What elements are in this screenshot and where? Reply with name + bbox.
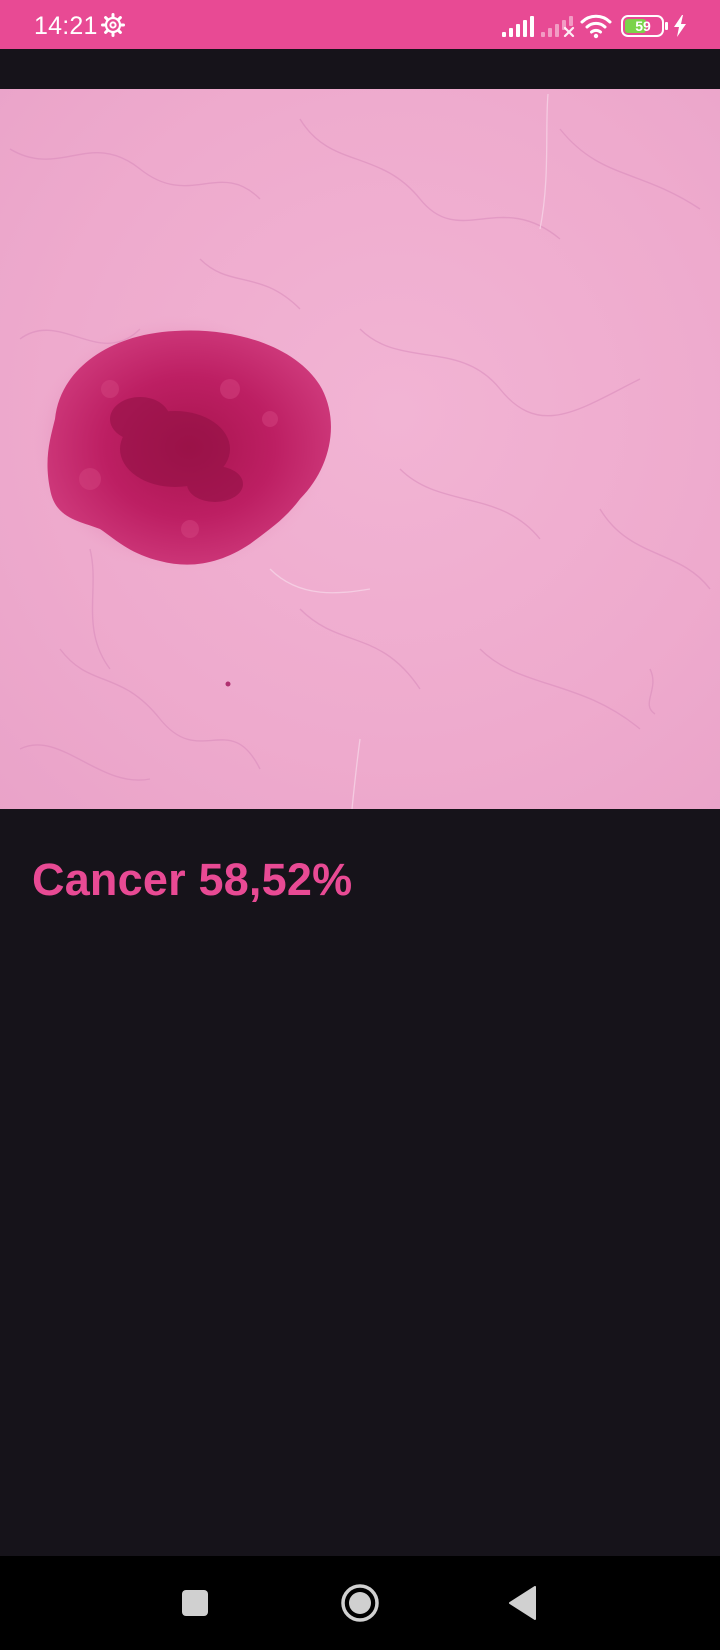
status-time: 14:21	[34, 12, 98, 40]
back-icon[interactable]	[508, 1586, 536, 1620]
wifi-icon	[580, 14, 612, 39]
top-app-bar	[0, 49, 720, 89]
home-icon[interactable]	[340, 1583, 380, 1623]
bolt-icon	[674, 15, 686, 37]
navigation-bar	[0, 1556, 720, 1650]
gear-icon	[101, 13, 125, 37]
cellular-no-signal-icon	[541, 16, 575, 37]
recent-apps-icon[interactable]	[181, 1589, 209, 1617]
status-bar: 14:21 59	[0, 0, 720, 49]
prediction-result: Cancer 58,52%	[32, 854, 353, 905]
lesion-image	[0, 89, 720, 809]
battery-level: 59	[635, 18, 651, 34]
cellular-signal-icon	[502, 16, 534, 37]
app-screen: 14:21 59 Cancer 58,52%	[0, 0, 720, 1650]
